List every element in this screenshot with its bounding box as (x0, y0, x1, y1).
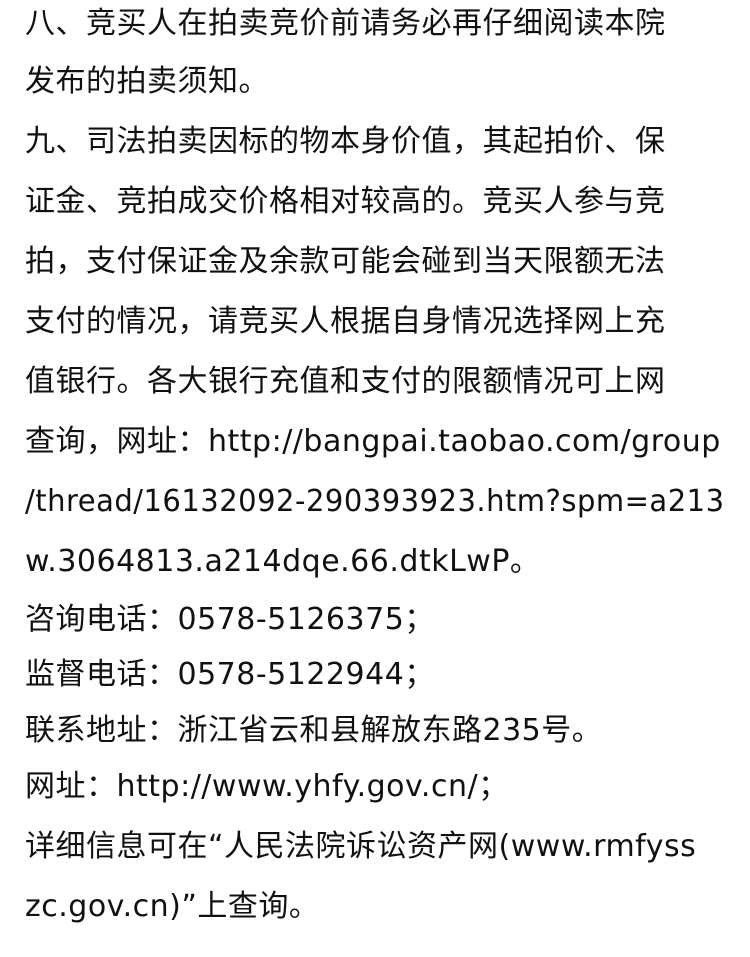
text-line-7: 值银行。各大银行充值和支付的限额情况可上网 (25, 364, 666, 399)
supervise-phone-line: 监督电话：0578-5122944； (25, 657, 435, 692)
text-line-5: 拍，支付保证金及余款可能会碰到当天限额无法 (25, 244, 666, 279)
consult-phone-line: 咨询电话：0578-5126375； (25, 602, 435, 637)
text-line-6: 支付的情况，请竞买人根据自身情况选择网上充 (25, 304, 666, 339)
text-line-4: 证金、竞拍成交价格相对较高的。竞买人参与竞 (25, 184, 666, 219)
text-line-8: 查询，网址：http://bangpai.taobao.com/group (25, 424, 721, 459)
text-line-10: w.3064813.a214dqe.66.dtkLwP。 (25, 544, 541, 579)
details-line-2: zc.gov.cn)”上查询。 (25, 889, 320, 924)
text-line-9: /thread/16132092-290393923.htm?spm=a213 (25, 484, 725, 519)
details-line-1: 详细信息可在“人民法院诉讼资产网(www.rmfyss (25, 829, 697, 864)
text-line-3: 九、司法拍卖因标的物本身价值，其起拍价、保 (25, 124, 666, 159)
text-line-2: 发布的拍卖须知。 (25, 64, 269, 99)
address-line: 联系地址：浙江省云和县解放东路235号。 (25, 713, 603, 748)
website-line: 网址：http://www.yhfy.gov.cn/； (25, 769, 509, 804)
text-line-1: 八、竞买人在拍卖竞价前请务必再仔细阅读本院 (25, 6, 666, 41)
